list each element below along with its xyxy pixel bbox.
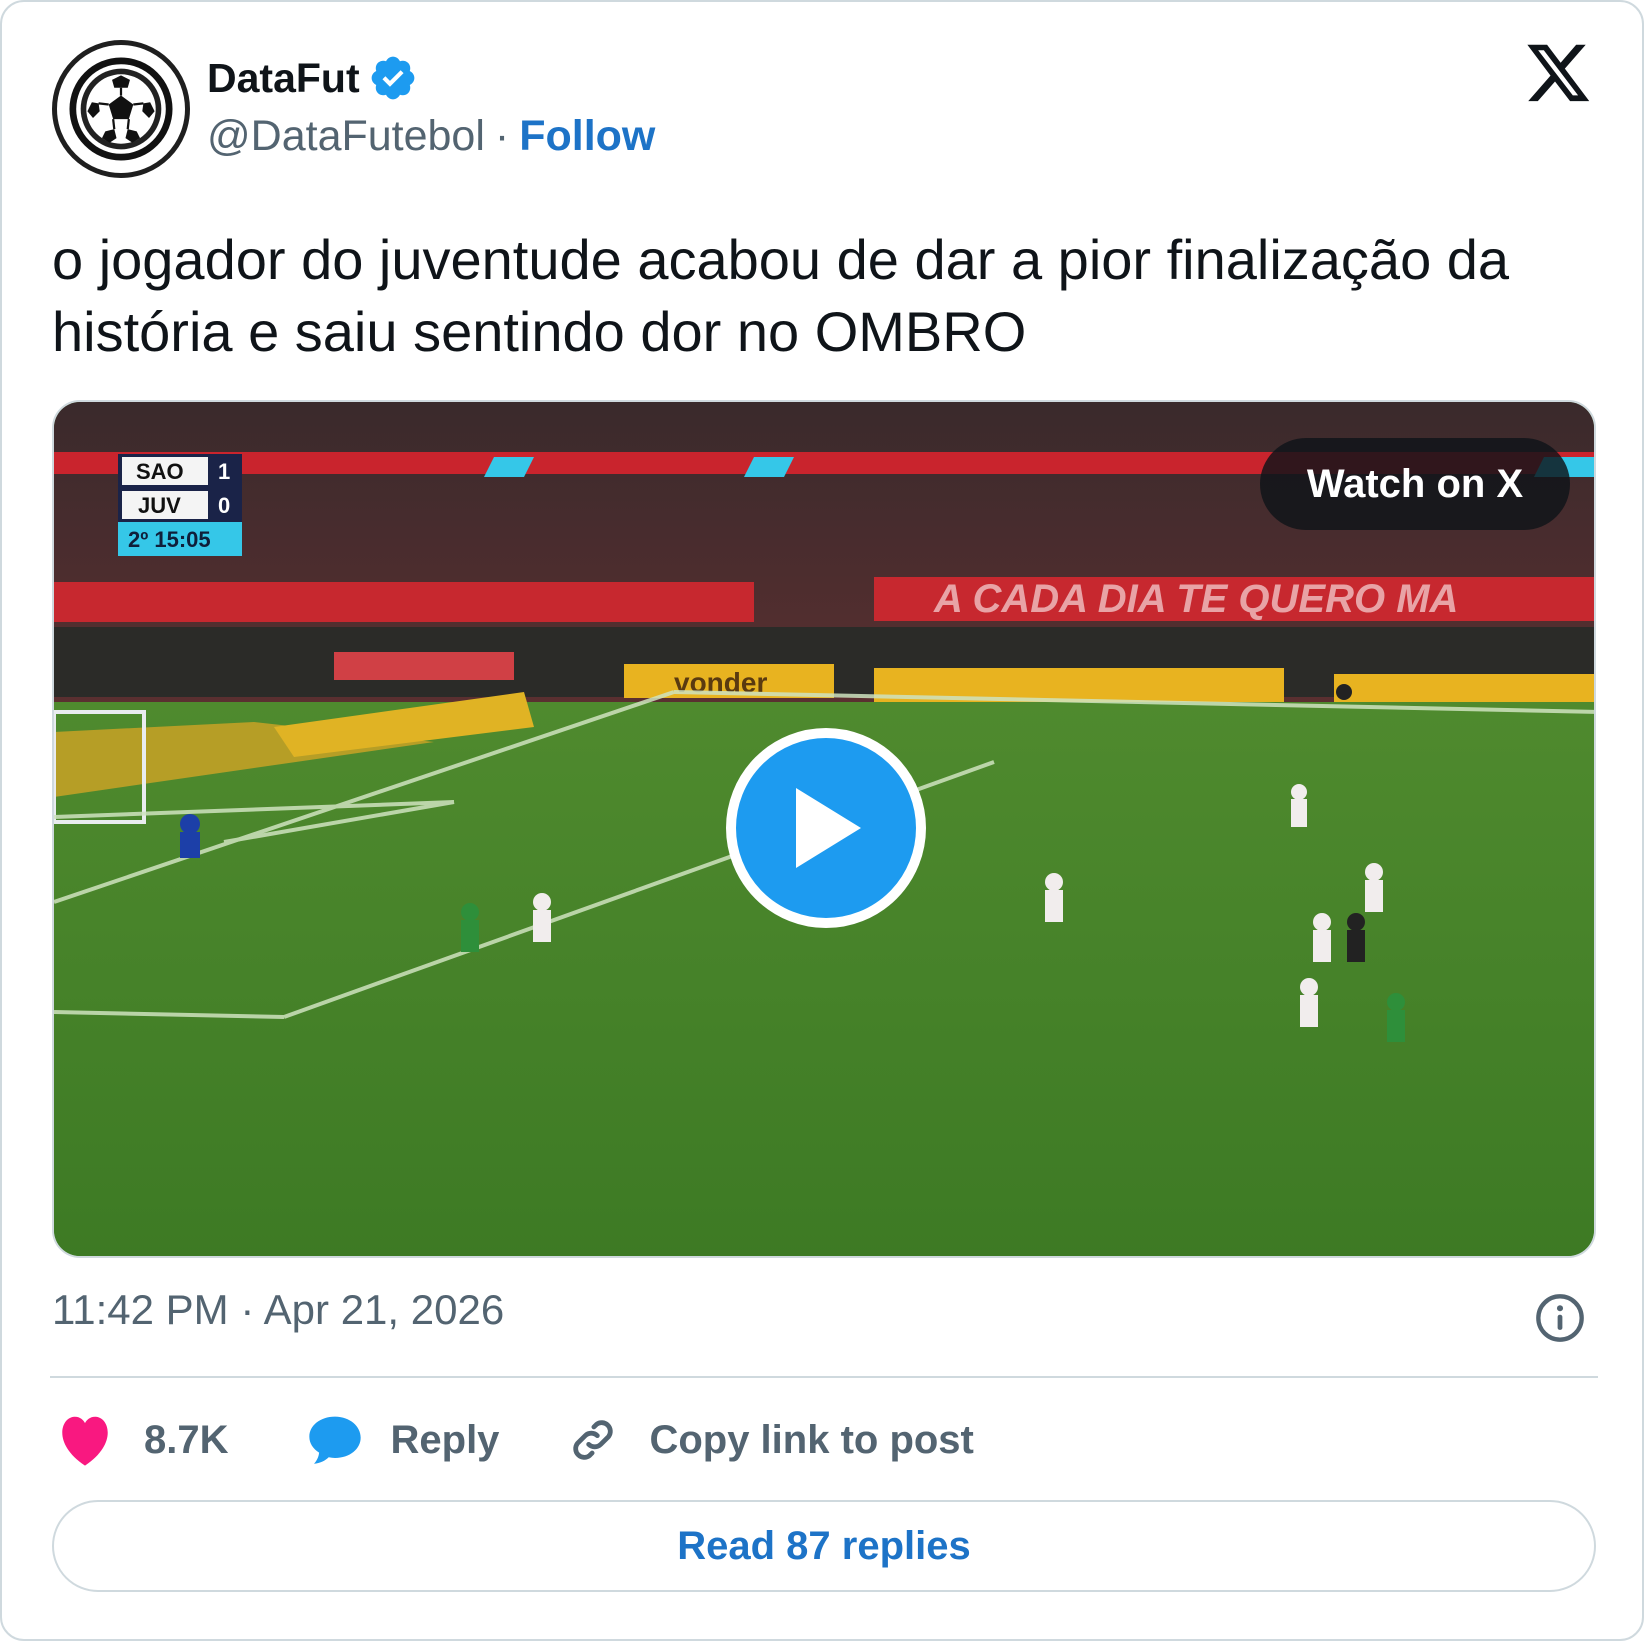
scoreboard: SAO 1 JUV 0 2º 15:05 xyxy=(118,454,242,556)
heart-icon xyxy=(62,1416,108,1466)
verified-badge-icon xyxy=(371,56,414,100)
link-icon xyxy=(573,1420,614,1460)
reply-button[interactable]: Reply xyxy=(307,1414,500,1466)
separator-dot: · xyxy=(494,112,510,160)
read-replies-button[interactable]: Read 87 replies xyxy=(52,1500,1596,1592)
copy-link-button[interactable]: Copy link to post xyxy=(567,1414,974,1466)
info-icon[interactable] xyxy=(1534,1292,1586,1344)
speech-bubble-icon xyxy=(308,1416,361,1464)
home-team-label: SAO xyxy=(136,459,184,484)
away-team-label: JUV xyxy=(138,493,181,518)
author-block: DataFut @DataFutebol · Follow xyxy=(207,50,655,161)
like-count: 8.7K xyxy=(144,1417,229,1462)
timestamp[interactable]: 11:42 PM · Apr 21, 2026 xyxy=(52,1286,504,1334)
avatar[interactable] xyxy=(52,40,190,178)
copy-link-label: Copy link to post xyxy=(649,1417,974,1462)
x-logo-icon[interactable] xyxy=(1526,44,1592,106)
tweet-embed-card: DataFut @DataFutebol · Follow o jogador … xyxy=(0,0,1644,1641)
home-score: 1 xyxy=(218,459,230,484)
reply-label: Reply xyxy=(390,1417,500,1462)
play-button[interactable] xyxy=(726,728,926,928)
away-score: 0 xyxy=(218,493,230,518)
video-player[interactable]: A CADA DIA TE QUERO MA vonder SAO 1 JUV … xyxy=(52,400,1596,1258)
action-bar: 8.7K Reply Copy link to post xyxy=(56,1410,974,1470)
author-handle[interactable]: @DataFutebol xyxy=(207,112,485,161)
stadium-banner-text: A CADA DIA TE QUERO MA xyxy=(933,577,1458,621)
watch-on-x-button[interactable]: Watch on X xyxy=(1260,438,1570,530)
follow-button[interactable]: Follow xyxy=(519,112,655,161)
play-icon xyxy=(796,788,861,868)
like-button[interactable]: 8.7K xyxy=(56,1413,229,1467)
match-clock: 2º 15:05 xyxy=(128,527,211,552)
soccer-ball-icon xyxy=(69,57,173,161)
author-name[interactable]: DataFut xyxy=(207,55,360,102)
divider xyxy=(50,1376,1598,1378)
tweet-text: o jogador do juventude acabou de dar a p… xyxy=(52,228,1510,363)
